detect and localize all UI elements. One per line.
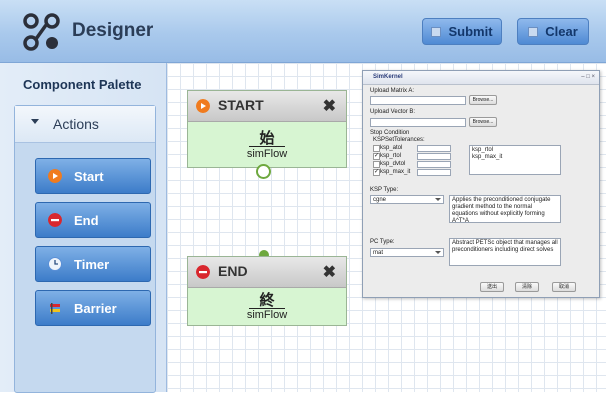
submit-label: Submit bbox=[448, 24, 493, 39]
chevron-down-icon bbox=[435, 198, 441, 201]
end-node-char: 終 bbox=[259, 291, 275, 309]
ksp-type-value: cgne bbox=[373, 197, 387, 203]
end-node-sub: simFlow bbox=[246, 309, 288, 321]
output-port[interactable] bbox=[256, 164, 271, 179]
pc-type-label: PC Type: bbox=[370, 239, 395, 245]
upload-matrix-label: Upload Matrix A: bbox=[370, 88, 415, 94]
send-button[interactable]: 送出 bbox=[480, 282, 504, 292]
close-icon[interactable]: ✖ bbox=[323, 96, 336, 116]
end-node-title: END bbox=[218, 263, 248, 279]
start-node-sub: simFlow bbox=[246, 148, 288, 160]
pc-description: Abstract PETSc object that manages all p… bbox=[449, 238, 561, 266]
stop-condition-label: Stop Condition bbox=[370, 130, 410, 136]
end-node[interactable]: END ✖ 終 simFlow bbox=[187, 256, 347, 326]
stop-icon bbox=[196, 265, 210, 279]
checkbox[interactable]: ✓ bbox=[373, 169, 380, 176]
actions-header[interactable]: Actions bbox=[15, 106, 155, 143]
upload-vector-input[interactable] bbox=[370, 118, 466, 127]
pc-type-select[interactable]: mat bbox=[370, 248, 444, 257]
start-node-char: 始 bbox=[259, 129, 275, 147]
submit-button[interactable]: Submit bbox=[422, 18, 502, 45]
end-node-header: END ✖ bbox=[188, 257, 346, 288]
divider bbox=[249, 146, 285, 147]
palette-item-timer[interactable]: Timer bbox=[35, 246, 151, 282]
tolerance-label: ksp_rtol bbox=[380, 153, 402, 159]
tolerance-label: ksp_dvtol bbox=[380, 161, 406, 167]
clear-button[interactable]: Clear bbox=[517, 18, 589, 45]
tolerance-input[interactable] bbox=[417, 169, 451, 176]
close-icon[interactable]: ✖ bbox=[323, 262, 336, 282]
clear-icon bbox=[528, 26, 539, 37]
upload-vector-label: Upload Vector B: bbox=[370, 109, 416, 115]
cancel-button[interactable]: 取消 bbox=[552, 282, 576, 292]
tolerance-input[interactable] bbox=[417, 153, 451, 160]
tolerance-input[interactable] bbox=[417, 161, 451, 168]
actions-panel: Actions Start End Timer Barrier bbox=[14, 105, 156, 393]
play-icon bbox=[48, 169, 62, 183]
pc-type-value: mat bbox=[373, 250, 384, 256]
reset-button[interactable]: 清除 bbox=[515, 282, 539, 292]
ksp-type-select[interactable]: cgne bbox=[370, 195, 444, 204]
actions-label: Actions bbox=[53, 116, 99, 132]
checkbox[interactable] bbox=[373, 145, 380, 152]
palette-title: Component Palette bbox=[23, 77, 142, 92]
palette-item-start[interactable]: Start bbox=[35, 158, 151, 194]
palette-item-end[interactable]: End bbox=[35, 202, 151, 238]
caret-down-icon bbox=[31, 119, 39, 124]
palette-item-label: Start bbox=[74, 169, 104, 184]
clear-label: Clear bbox=[545, 24, 578, 39]
top-bar: Designer Submit Clear bbox=[0, 0, 606, 63]
clock-icon bbox=[48, 257, 62, 271]
tolerance-label: ksp_max_it bbox=[380, 169, 411, 175]
browse-vector-button[interactable]: Browse... bbox=[469, 117, 497, 127]
browse-matrix-button[interactable]: Browse... bbox=[469, 95, 497, 105]
dialog-titlebar[interactable]: SimKernel – □ × bbox=[363, 71, 599, 85]
app-title: Designer bbox=[72, 20, 154, 41]
workflow-logo-icon bbox=[23, 13, 60, 51]
palette-item-label: Timer bbox=[74, 257, 110, 272]
ksp-type-label: KSP Type: bbox=[370, 187, 399, 193]
palette-item-label: Barrier bbox=[74, 301, 117, 316]
palette-item-barrier[interactable]: Barrier bbox=[35, 290, 151, 326]
start-node-header: START ✖ bbox=[188, 91, 346, 122]
selected-tolerances-list[interactable]: ksp_rtol ksp_max_it bbox=[469, 145, 561, 175]
tolerances-label: KSPSetTolerances: bbox=[373, 137, 425, 143]
submit-icon bbox=[431, 26, 442, 37]
start-node[interactable]: START ✖ 始 simFlow bbox=[187, 90, 347, 168]
tolerance-input[interactable] bbox=[417, 145, 451, 152]
checkbox[interactable] bbox=[373, 161, 380, 168]
dialog-title: SimKernel bbox=[373, 74, 403, 80]
tolerance-label: ksp_atol bbox=[380, 145, 403, 151]
palette-item-label: End bbox=[74, 213, 99, 228]
component-palette: Component Palette Actions Start End Time… bbox=[0, 63, 167, 393]
upload-matrix-input[interactable] bbox=[370, 96, 466, 105]
selected-tolerance: ksp_max_it bbox=[472, 154, 503, 160]
stop-icon bbox=[48, 213, 62, 227]
simkernel-dialog: SimKernel – □ × Upload Matrix A: Browse.… bbox=[362, 70, 600, 298]
play-icon bbox=[196, 99, 210, 113]
chevron-down-icon bbox=[435, 251, 441, 254]
window-controls-icon[interactable]: – □ × bbox=[581, 74, 595, 80]
barrier-icon bbox=[50, 303, 60, 314]
start-node-title: START bbox=[218, 97, 264, 113]
selected-tolerance: ksp_rtol bbox=[472, 147, 494, 153]
checkbox[interactable]: ✓ bbox=[373, 153, 380, 160]
ksp-description: Applies the preconditioned conjugate gra… bbox=[449, 195, 561, 224]
